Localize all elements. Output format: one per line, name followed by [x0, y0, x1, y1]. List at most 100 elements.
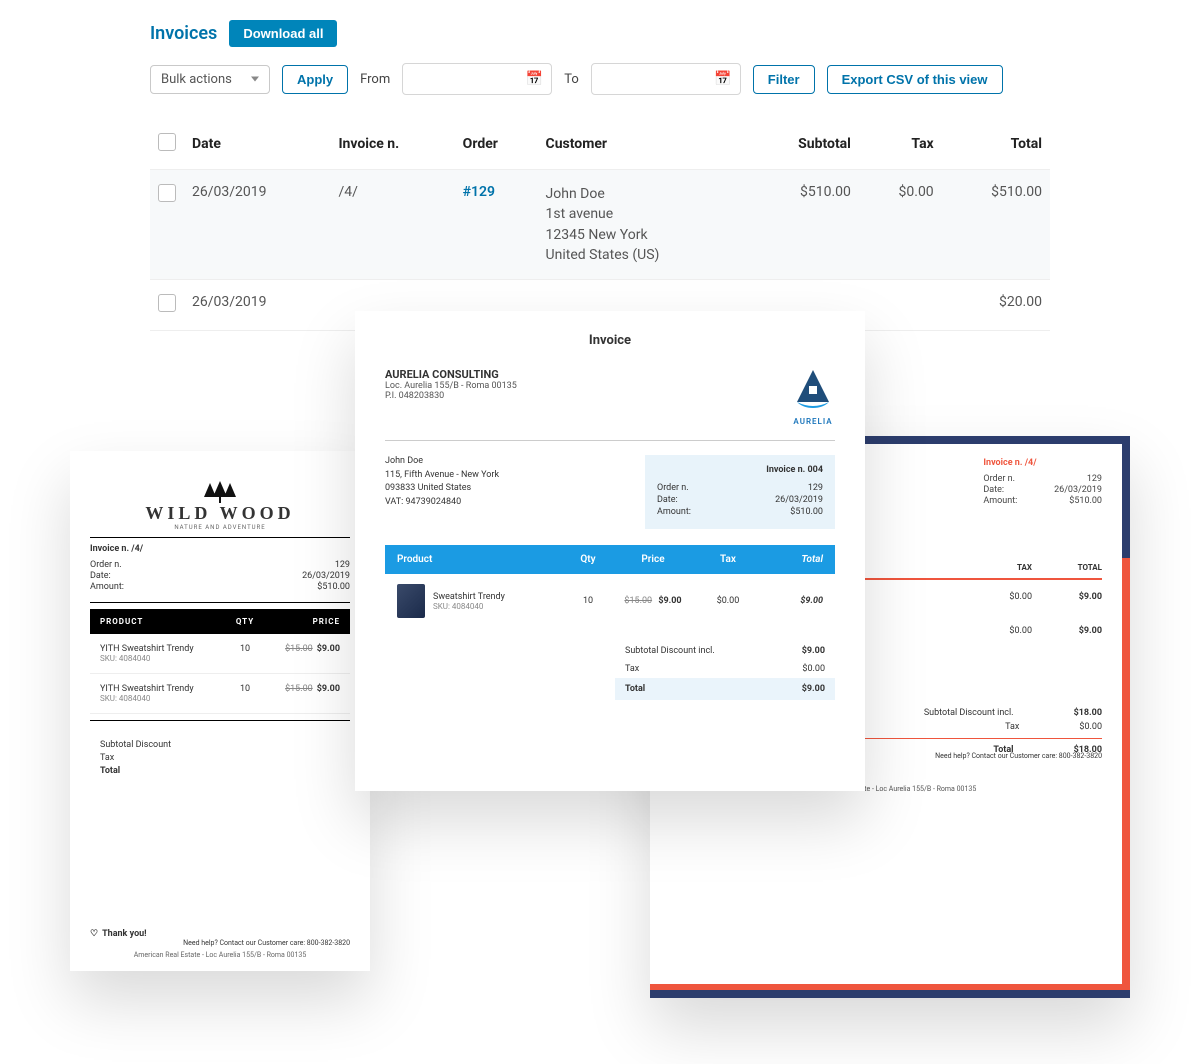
product-price: $9.00 — [317, 684, 340, 694]
brand-name: WILD WOOD — [90, 503, 350, 524]
meta-order-value: 129 — [1087, 474, 1102, 484]
subtotal-label: Subtotal Discount incl. — [625, 646, 715, 656]
row-tax: $0.00 — [972, 626, 1032, 636]
col-tax: TAX — [972, 563, 1032, 572]
old-price: $15.00 — [624, 596, 652, 606]
product-price: $9.00 — [658, 596, 681, 606]
col-invoice: Invoice n. — [330, 119, 454, 170]
row-checkbox[interactable] — [158, 294, 176, 312]
col-order: Order — [455, 119, 538, 170]
summary-date-value: 26/03/2019 — [775, 495, 823, 505]
from-label: From — [360, 72, 390, 87]
summary-amount-label: Amount: — [657, 507, 691, 517]
total-value: $9.00 — [802, 684, 825, 694]
product-qty: 10 — [220, 644, 270, 663]
product-name: Sweatshirt Trendy — [433, 592, 505, 602]
select-all-checkbox[interactable] — [158, 133, 176, 151]
thank-you: Thank you! — [102, 929, 147, 939]
tax-label: Tax — [1005, 722, 1019, 732]
meta-date-label: Date: — [983, 485, 1004, 495]
product-sku: SKU: 4084040 — [100, 694, 220, 703]
subtotal-label: Subtotal Discount incl. — [924, 708, 1014, 718]
brand-tagline: NATURE AND ADVENTURE — [90, 524, 350, 531]
logo-name: AURELIA — [791, 417, 835, 426]
cell-total: $510.00 — [942, 170, 1050, 280]
invoice-title: Invoice — [385, 333, 835, 348]
from-date-input[interactable]: 📅 — [402, 63, 552, 95]
export-csv-button[interactable]: Export CSV of this view — [827, 65, 1003, 94]
heart-icon: ♡ — [90, 929, 98, 939]
product-row: Sweatshirt TrendySKU: 4084040 10 $15.00 … — [385, 574, 835, 628]
row-total: $9.00 — [1079, 626, 1102, 636]
help-text: Need help? Contact our Customer care: 80… — [183, 939, 350, 947]
invoices-table: Date Invoice n. Order Customer Subtotal … — [150, 119, 1050, 331]
col-price: Price — [613, 554, 693, 565]
col-total: Total — [763, 554, 823, 565]
meta-order-value: 129 — [335, 560, 350, 570]
col-customer: Customer — [538, 119, 748, 170]
summary-order-value: 129 — [808, 483, 823, 493]
filter-button[interactable]: Filter — [753, 65, 815, 94]
meta-amount-label: Amount: — [983, 496, 1017, 506]
product-total: $9.00 — [800, 596, 823, 606]
subtotal-value: $18.00 — [1074, 708, 1102, 718]
old-price: $15.00 — [285, 644, 313, 654]
order-link[interactable]: #129 — [463, 184, 495, 200]
bill-name: John Doe — [385, 455, 499, 469]
col-date: Date — [184, 119, 330, 170]
aurelia-logo-icon — [791, 368, 835, 412]
bill-city: 093833 United States — [385, 482, 499, 496]
meta-date-value: 26/03/2019 — [302, 571, 350, 581]
meta-amount-label: Amount: — [90, 582, 124, 592]
row-tax: $0.00 — [972, 592, 1032, 602]
meta-order-label: Order n. — [90, 560, 122, 570]
col-qty: QTY — [220, 617, 270, 626]
summary-amount-value: $510.00 — [790, 507, 823, 517]
invoice-number: Invoice n. /4/ — [90, 544, 350, 554]
table-row[interactable]: 26/03/2019 /4/ #129 John Doe 1st avenue … — [150, 170, 1050, 280]
meta-date-label: Date: — [90, 571, 111, 581]
col-tax: Tax — [693, 554, 763, 565]
page-title: Invoices — [150, 23, 217, 44]
meta-order-label: Order n. — [983, 474, 1015, 484]
meta-date-value: 26/03/2019 — [1054, 485, 1102, 495]
to-label: To — [564, 72, 579, 87]
invoice-number: Invoice n. /4/ — [983, 458, 1102, 468]
product-sku: SKU: 4084040 — [433, 602, 505, 611]
product-row: YITH Sweatshirt TrendySKU: 4084040 10 $1… — [90, 674, 350, 714]
cell-invoice: /4/ — [330, 170, 454, 280]
col-product: Product — [397, 554, 563, 565]
company-name: AURELIA CONSULTING — [385, 368, 517, 381]
apply-button[interactable]: Apply — [282, 65, 348, 94]
product-qty: 10 — [220, 684, 270, 703]
cell-tax: $0.00 — [859, 170, 942, 280]
row-checkbox[interactable] — [158, 184, 176, 202]
trees-icon — [90, 481, 350, 503]
summary-date-label: Date: — [657, 495, 678, 505]
col-price: PRICE — [270, 617, 340, 626]
invoice-number: Invoice n. 004 — [657, 465, 823, 475]
invoice-preview-aurelia: Invoice AURELIA CONSULTING Loc. Aurelia … — [355, 311, 865, 791]
bulk-actions-select[interactable]: Bulk actions — [150, 65, 270, 94]
col-total: TOTAL — [1032, 563, 1102, 572]
calendar-icon: 📅 — [526, 71, 543, 87]
to-date-input[interactable]: 📅 — [591, 63, 741, 95]
product-row: YITH Sweatshirt TrendySKU: 4084040 10 $1… — [90, 634, 350, 674]
calendar-icon: 📅 — [714, 71, 731, 87]
product-qty: 10 — [563, 596, 613, 606]
total-label: Total — [625, 684, 645, 694]
tax-label: Tax — [100, 753, 114, 763]
download-all-button[interactable]: Download all — [229, 20, 337, 47]
product-price: $9.00 — [317, 644, 340, 654]
subtotal-label: Subtotal Discount — [100, 740, 171, 750]
company-address: Loc. Aurelia 155/B - Roma 00135 — [385, 381, 517, 391]
bill-vat: VAT: 94739024840 — [385, 496, 499, 510]
col-qty: Qty — [563, 554, 613, 565]
help-text: Need help? Contact our Customer care: 80… — [935, 752, 1102, 760]
footer-address: American Real Estate - Loc Aurelia 155/B… — [90, 951, 350, 959]
product-sku: SKU: 4084040 — [100, 654, 220, 663]
col-total: Total — [942, 119, 1050, 170]
row-total: $9.00 — [1079, 592, 1102, 602]
summary-order-label: Order n. — [657, 483, 689, 493]
company-vat: P.I. 048203830 — [385, 391, 517, 401]
